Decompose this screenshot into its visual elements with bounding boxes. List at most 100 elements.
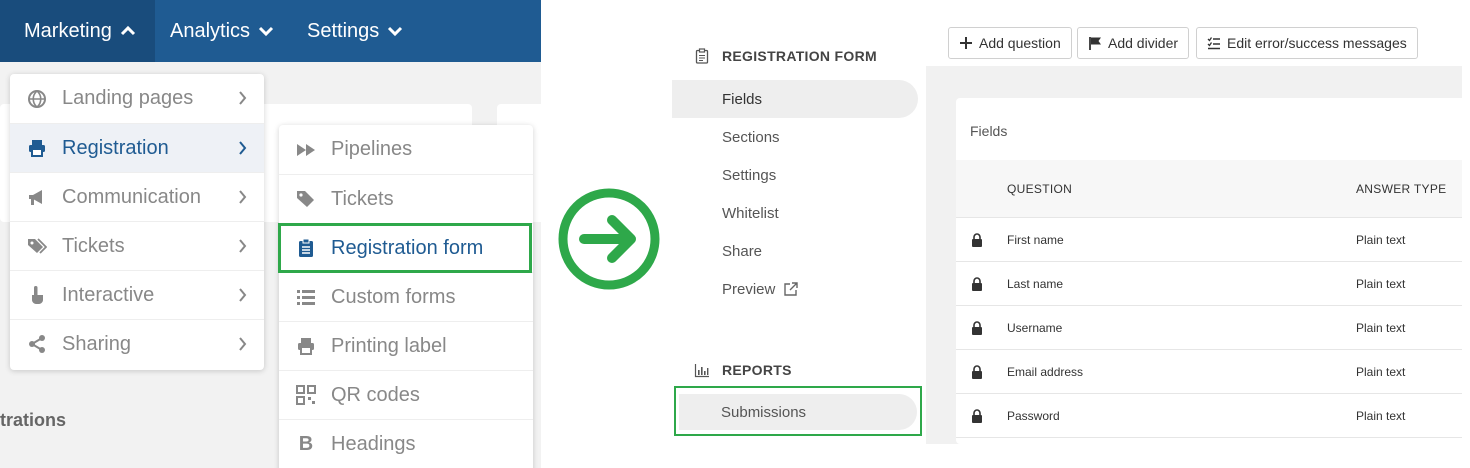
menu-item-communication[interactable]: Communication bbox=[10, 172, 264, 221]
submenu-item-headings[interactable]: B Headings bbox=[279, 419, 533, 468]
sidebar-item-label: Share bbox=[722, 242, 763, 260]
chevron-right-icon bbox=[238, 89, 248, 107]
lock-icon bbox=[971, 233, 983, 247]
submenu-item-tickets[interactable]: Tickets bbox=[279, 174, 533, 223]
bar-chart-icon bbox=[694, 362, 710, 378]
table-row[interactable]: Last name Plain text bbox=[956, 262, 1462, 306]
section-header-registration-form: REGISTRATION FORM bbox=[694, 48, 877, 64]
sidebar-item-share[interactable]: Share bbox=[672, 232, 918, 270]
share-icon bbox=[26, 333, 48, 355]
section-title: REGISTRATION FORM bbox=[722, 48, 877, 64]
fields-card: Fields QUESTION ANSWER TYPE First name P… bbox=[956, 98, 1462, 444]
menu-item-label: Tickets bbox=[62, 234, 125, 257]
submenu-item-printing-label[interactable]: Printing label bbox=[279, 321, 533, 370]
arrow-right-circle-icon bbox=[557, 187, 661, 291]
lock-icon bbox=[971, 321, 983, 335]
table-header: QUESTION ANSWER TYPE bbox=[956, 160, 1462, 218]
table-row[interactable]: First name Plain text bbox=[956, 218, 1462, 262]
answer-type-cell: Plain text bbox=[1356, 277, 1406, 291]
marketing-dropdown-menu: Landing pages Registration Communication… bbox=[10, 74, 264, 370]
left-panel-screenshot: Marketing Analytics Settings trations La… bbox=[0, 0, 541, 468]
registration-submenu: Pipelines Tickets Registration form Cust… bbox=[279, 125, 533, 468]
edit-messages-button[interactable]: Edit error/success messages bbox=[1196, 27, 1418, 59]
button-label: Add divider bbox=[1108, 35, 1179, 51]
chevron-down-icon bbox=[258, 23, 274, 39]
sidebar-item-preview[interactable]: Preview bbox=[672, 270, 918, 308]
table-row[interactable]: Email address Plain text bbox=[956, 350, 1462, 394]
menu-item-label: Interactive bbox=[62, 283, 155, 306]
question-cell: Email address bbox=[1007, 365, 1084, 379]
table-row[interactable]: Password Plain text bbox=[956, 394, 1462, 438]
table-row[interactable]: Username Plain text bbox=[956, 306, 1462, 350]
form-sidebar: REGISTRATION FORM Fields Sections Settin… bbox=[672, 18, 926, 444]
menu-item-tickets[interactable]: Tickets bbox=[10, 221, 264, 270]
answer-type-cell: Plain text bbox=[1356, 409, 1406, 423]
column-header-answer-type: ANSWER TYPE bbox=[1356, 182, 1447, 196]
printer-icon bbox=[295, 335, 317, 357]
nav-marketing[interactable]: Marketing bbox=[0, 0, 155, 62]
chevron-down-icon bbox=[387, 23, 403, 39]
megaphone-icon bbox=[26, 186, 48, 208]
menu-item-label: Sharing bbox=[62, 332, 131, 355]
fields-card-title: Fields bbox=[970, 123, 1008, 139]
column-header-question: QUESTION bbox=[1007, 182, 1073, 196]
question-cell: Last name bbox=[1007, 277, 1064, 291]
sidebar-item-label: Fields bbox=[722, 90, 763, 108]
answer-type-cell: Plain text bbox=[1356, 233, 1406, 247]
globe-icon bbox=[26, 88, 48, 110]
button-label: Add question bbox=[979, 35, 1061, 51]
add-divider-button[interactable]: Add divider bbox=[1077, 27, 1190, 59]
nav-marketing-label: Marketing bbox=[24, 19, 112, 42]
section-header-reports: REPORTS bbox=[694, 362, 792, 378]
question-cell: Username bbox=[1007, 321, 1063, 335]
background-heading: trations bbox=[0, 410, 67, 430]
pointer-hand-icon bbox=[26, 284, 48, 306]
nav-analytics[interactable]: Analytics bbox=[170, 0, 274, 62]
sidebar-item-submissions[interactable]: Submissions bbox=[679, 394, 917, 430]
menu-item-label: Registration bbox=[62, 136, 169, 159]
chevron-right-icon bbox=[238, 139, 248, 157]
sidebar-item-fields[interactable]: Fields bbox=[672, 80, 918, 118]
sidebar-item-label: Settings bbox=[722, 166, 777, 184]
sidebar-item-settings[interactable]: Settings bbox=[672, 156, 918, 194]
lock-icon bbox=[971, 365, 983, 379]
submenu-item-label: Printing label bbox=[331, 334, 447, 357]
menu-item-registration[interactable]: Registration bbox=[10, 123, 264, 172]
chevron-right-icon bbox=[238, 335, 248, 353]
answer-type-cell: Plain text bbox=[1356, 365, 1406, 379]
submenu-item-custom-forms[interactable]: Custom forms bbox=[279, 272, 533, 321]
registration-form-highlight bbox=[278, 223, 532, 273]
tag-icon bbox=[295, 188, 317, 210]
checklist-icon bbox=[1207, 36, 1221, 50]
sidebar-item-sections[interactable]: Sections bbox=[672, 118, 918, 156]
menu-item-interactive[interactable]: Interactive bbox=[10, 270, 264, 319]
sidebar-item-label: Sections bbox=[722, 128, 780, 146]
button-label: Edit error/success messages bbox=[1227, 35, 1407, 51]
bold-icon: B bbox=[298, 432, 314, 455]
plus-icon bbox=[959, 36, 973, 50]
menu-item-sharing[interactable]: Sharing bbox=[10, 319, 264, 368]
add-question-button[interactable]: Add question bbox=[948, 27, 1072, 59]
sidebar-item-label: Whitelist bbox=[722, 204, 779, 222]
lock-icon bbox=[971, 409, 983, 423]
tags-icon bbox=[26, 235, 48, 257]
submenu-item-label: Pipelines bbox=[331, 138, 413, 160]
sidebar-item-whitelist[interactable]: Whitelist bbox=[672, 194, 918, 232]
submenu-item-qr-codes[interactable]: QR codes bbox=[279, 370, 533, 419]
chevron-right-icon bbox=[238, 237, 248, 255]
submenu-item-label: Custom forms bbox=[331, 285, 456, 308]
question-cell: First name bbox=[1007, 233, 1064, 247]
chevron-right-icon bbox=[238, 286, 248, 304]
nav-analytics-label: Analytics bbox=[170, 19, 251, 42]
fast-forward-icon bbox=[295, 139, 317, 161]
submenu-item-pipelines[interactable]: Pipelines bbox=[279, 125, 533, 174]
question-cell: Password bbox=[1007, 409, 1060, 423]
form-toolbar: Add question Add divider Edit error/succ… bbox=[926, 18, 1462, 66]
menu-item-landing-pages[interactable]: Landing pages bbox=[10, 74, 264, 123]
printer-icon bbox=[26, 137, 48, 159]
menu-item-label: Landing pages bbox=[62, 87, 194, 109]
nav-settings-label: Settings bbox=[307, 19, 380, 42]
right-panel-screenshot: REGISTRATION FORM Fields Sections Settin… bbox=[672, 18, 1462, 444]
nav-settings[interactable]: Settings bbox=[307, 0, 403, 62]
lock-icon bbox=[971, 277, 983, 291]
